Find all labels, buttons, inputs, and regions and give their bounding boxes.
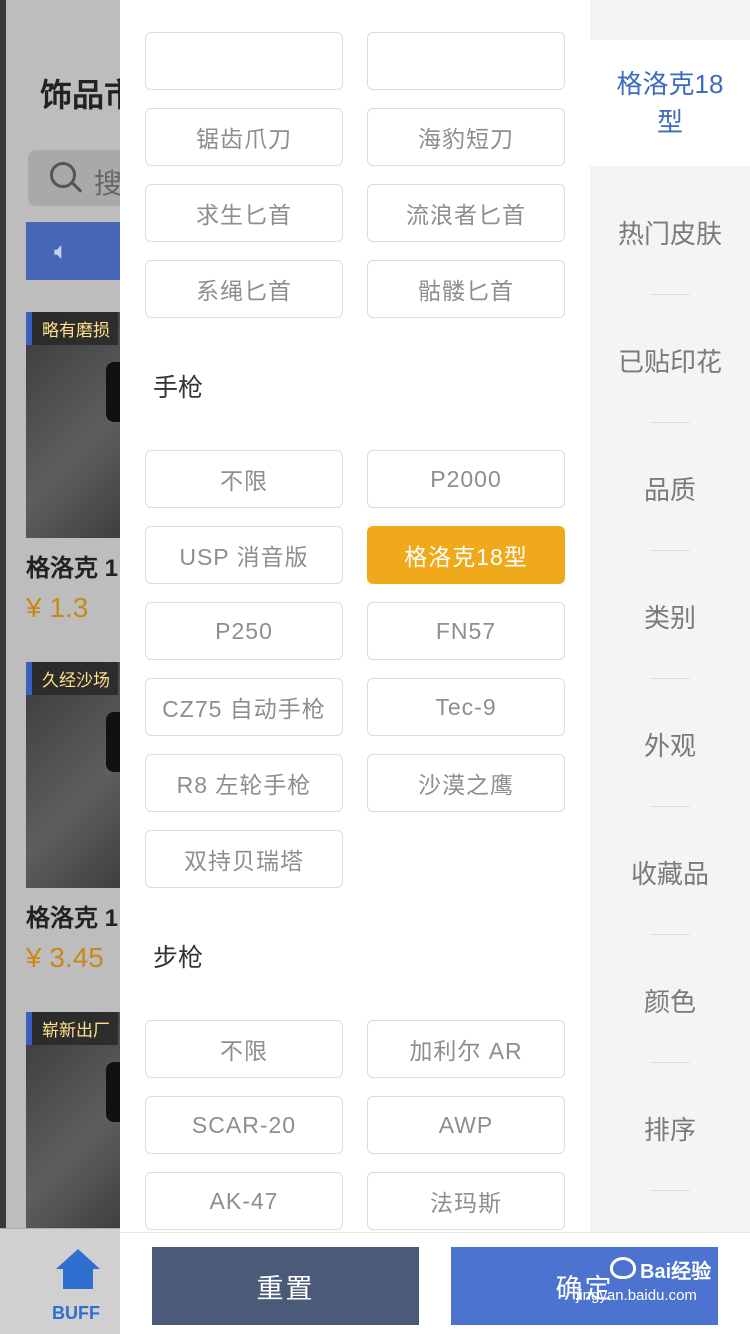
filter-option[interactable]: 海豹短刀 <box>367 108 565 166</box>
nav-item[interactable]: 收藏品 <box>590 854 750 891</box>
filter-option[interactable]: 求生匕首 <box>145 184 343 242</box>
filter-option[interactable]: AK-47 <box>145 1172 343 1230</box>
filter-option[interactable]: SCAR-20 <box>145 1096 343 1154</box>
filter-option[interactable]: 系绳匕首 <box>145 260 343 318</box>
nav-divider <box>650 1062 690 1063</box>
item-price: ¥ 3.45 <box>26 942 104 973</box>
wear-tag: 略有磨损 <box>26 312 118 345</box>
search-icon <box>50 162 76 188</box>
filter-option[interactable]: FN57 <box>367 602 565 660</box>
filter-option[interactable] <box>145 32 343 90</box>
filter-option[interactable]: 沙漠之鹰 <box>367 754 565 812</box>
filter-option[interactable]: 双持贝瑞塔 <box>145 830 343 888</box>
filter-option[interactable]: 锯齿爪刀 <box>145 108 343 166</box>
nav-item[interactable]: 品质 <box>590 470 750 507</box>
action-bar: 重置 确定 Bai经验 jingyan.baidu.com <box>120 1232 750 1334</box>
filter-category-nav: 格洛克18型 热门皮肤 已贴印花 品质 类别 外观 收藏品 颜色 排序 <box>590 0 750 1232</box>
nav-divider <box>650 550 690 551</box>
wear-tag: 久经沙场 <box>26 662 118 695</box>
nav-item[interactable]: 排序 <box>590 1110 750 1147</box>
nav-item[interactable]: 外观 <box>590 726 750 763</box>
item-price: ¥ 1.3 <box>26 592 89 623</box>
item-name: 格洛克 1 <box>26 905 119 932</box>
filter-option[interactable]: 不限 <box>145 450 343 508</box>
filter-option[interactable]: USP 消音版 <box>145 526 343 584</box>
filter-content[interactable]: 锯齿爪刀 海豹短刀 求生匕首 流浪者匕首 系绳匕首 骷髅匕首 手枪 不限 P20… <box>120 0 590 1232</box>
filter-option[interactable]: 加利尔 AR <box>367 1020 565 1078</box>
filter-option[interactable]: 不限 <box>145 1020 343 1078</box>
left-edge <box>0 0 6 1334</box>
filter-option[interactable]: CZ75 自动手枪 <box>145 678 343 736</box>
filter-option[interactable]: Tec-9 <box>367 678 565 736</box>
watermark-brand: Bai经验 <box>640 1261 712 1283</box>
section-title-rifle: 步枪 <box>153 944 204 972</box>
tab-buff-label[interactable]: BUFF <box>52 1303 100 1324</box>
filter-option-selected[interactable]: 格洛克18型 <box>367 526 565 584</box>
filter-option[interactable]: R8 左轮手枪 <box>145 754 343 812</box>
nav-item-active[interactable]: 格洛克18型 <box>590 40 750 166</box>
nav-divider <box>650 294 690 295</box>
nav-item[interactable]: 颜色 <box>590 982 750 1019</box>
watermark-url: jingyan.baidu.com <box>576 1287 697 1304</box>
filter-option[interactable] <box>367 32 565 90</box>
nav-divider <box>650 678 690 679</box>
nav-item[interactable]: 类别 <box>590 598 750 635</box>
nav-divider <box>650 422 690 423</box>
paw-logo-icon <box>610 1257 636 1279</box>
filter-option[interactable]: 流浪者匕首 <box>367 184 565 242</box>
wear-tag: 崭新出厂 <box>26 1012 118 1045</box>
nav-item[interactable]: 已贴印花 <box>590 342 750 379</box>
nav-divider <box>650 934 690 935</box>
reset-button[interactable]: 重置 <box>152 1247 419 1325</box>
filter-option[interactable]: 法玛斯 <box>367 1172 565 1230</box>
nav-divider <box>650 1190 690 1191</box>
nav-item[interactable]: 热门皮肤 <box>590 214 750 251</box>
speaker-icon: 🔈︎ <box>54 238 69 265</box>
section-title-pistol: 手枪 <box>153 374 204 402</box>
filter-drawer: 锯齿爪刀 海豹短刀 求生匕首 流浪者匕首 系绳匕首 骷髅匕首 手枪 不限 P20… <box>120 0 750 1334</box>
item-name: 格洛克 1 <box>26 555 119 582</box>
nav-divider <box>650 806 690 807</box>
filter-option[interactable]: P250 <box>145 602 343 660</box>
watermark: Bai经验 jingyan.baidu.com <box>576 1251 726 1309</box>
home-icon[interactable] <box>56 1249 100 1289</box>
filter-option[interactable]: 骷髅匕首 <box>367 260 565 318</box>
search-placeholder: 搜 <box>94 168 123 199</box>
filter-option[interactable]: AWP <box>367 1096 565 1154</box>
filter-option[interactable]: P2000 <box>367 450 565 508</box>
